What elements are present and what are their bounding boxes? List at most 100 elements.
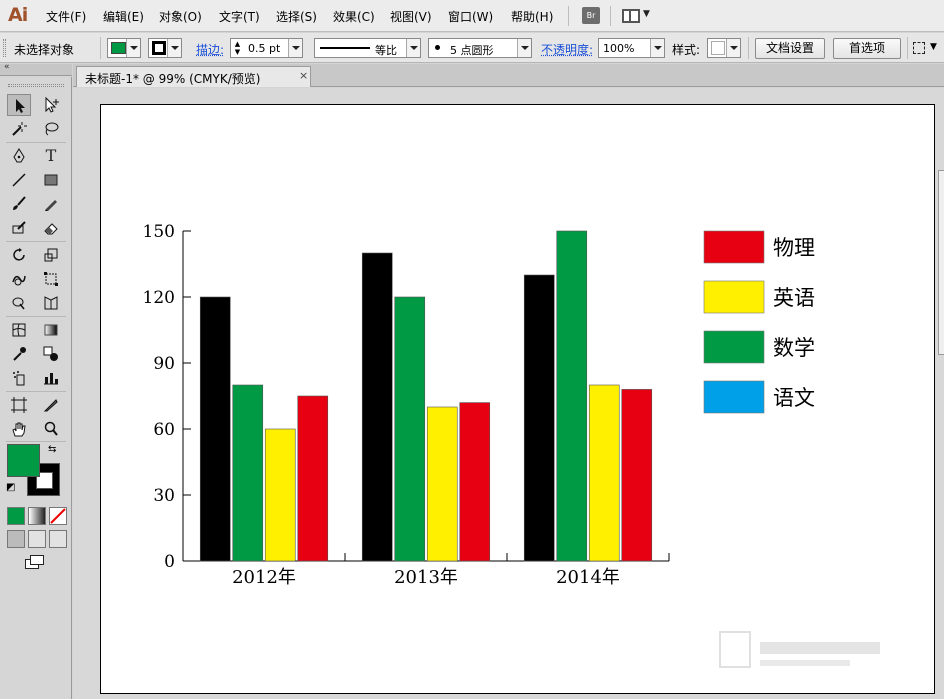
- chart-bar[interactable]: [556, 230, 588, 562]
- panel-grip[interactable]: [3, 39, 6, 57]
- rotate-tool-icon[interactable]: [7, 244, 31, 266]
- y-tick-label[interactable]: 30: [153, 486, 175, 506]
- legend-label[interactable]: 英语: [773, 286, 815, 310]
- legend-label[interactable]: 数学: [773, 336, 815, 360]
- bridge-button[interactable]: Br: [582, 7, 600, 24]
- legend-swatch[interactable]: [703, 230, 765, 264]
- y-tick-label[interactable]: 60: [153, 420, 175, 440]
- legend-swatch[interactable]: [703, 380, 765, 414]
- chart-bar[interactable]: [232, 384, 264, 562]
- blob-brush-tool-icon[interactable]: [7, 217, 31, 239]
- lasso-tool-icon[interactable]: [39, 118, 63, 140]
- selection-tool-icon[interactable]: [7, 94, 31, 116]
- stroke-weight-field[interactable]: ▲ ▼ 0.5 pt: [230, 38, 303, 58]
- zoom-tool-icon[interactable]: [39, 418, 63, 440]
- direct-selection-tool-icon[interactable]: [39, 94, 63, 116]
- graphic-style-dropdown[interactable]: [707, 38, 741, 58]
- legend-swatch[interactable]: [703, 280, 765, 314]
- chart-bar[interactable]: [426, 406, 458, 562]
- type-tool-icon[interactable]: T: [39, 145, 63, 167]
- chart-bar[interactable]: [588, 384, 620, 562]
- y-tick-label[interactable]: 150: [143, 222, 175, 242]
- swap-colors-icon[interactable]: ⇆: [48, 444, 56, 455]
- workspace-switcher-button[interactable]: ▼: [622, 8, 652, 24]
- artboard-tool-icon[interactable]: [7, 394, 31, 416]
- chart-bar[interactable]: [361, 252, 393, 562]
- artboard[interactable]: 0 30 60 90 120 150 2012年 2013年 2014年 物理英语数学语文: [100, 104, 935, 694]
- opacity-label-link[interactable]: 不透明度:: [541, 41, 593, 58]
- chart-bar[interactable]: [523, 274, 555, 562]
- close-icon[interactable]: ×: [299, 69, 308, 82]
- preferences-button[interactable]: 首选项: [833, 38, 901, 59]
- slice-tool-icon[interactable]: [39, 394, 63, 416]
- chevron-down-icon[interactable]: ▼: [930, 42, 937, 52]
- menu-edit[interactable]: 编辑(E): [103, 8, 144, 25]
- stroke-profile-dropdown[interactable]: 等比: [314, 38, 421, 58]
- draw-behind-icon[interactable]: [28, 530, 46, 548]
- mesh-tool-icon[interactable]: [7, 319, 31, 341]
- chart-bar[interactable]: [621, 389, 653, 562]
- stroke-color-dropdown[interactable]: [148, 38, 182, 58]
- menu-view[interactable]: 视图(V): [390, 8, 432, 25]
- default-colors-icon[interactable]: ◩: [6, 482, 15, 493]
- eyedropper-tool-icon[interactable]: [7, 343, 31, 365]
- menu-select[interactable]: 选择(S): [276, 8, 317, 25]
- draw-normal-icon[interactable]: [7, 530, 25, 548]
- column-chart[interactable]: 0 30 60 90 120 150 2012年 2013年 2014年 物理英语数学语文: [101, 105, 936, 695]
- chart-bar[interactable]: [264, 428, 296, 562]
- warp-tool-icon[interactable]: [7, 268, 31, 290]
- y-tick-label[interactable]: 0: [164, 552, 175, 572]
- chart-bar[interactable]: [459, 402, 491, 562]
- document-setup-button[interactable]: 文档设置: [755, 38, 825, 59]
- chart-bar[interactable]: [199, 296, 231, 562]
- y-tick-label[interactable]: 120: [143, 288, 175, 308]
- rectangle-tool-icon[interactable]: [39, 169, 63, 191]
- opacity-field[interactable]: 100%: [598, 38, 665, 58]
- paintbrush-tool-icon[interactable]: [7, 193, 31, 215]
- x-category-label[interactable]: 2014年: [556, 567, 620, 588]
- brush-dropdown[interactable]: 5 点圆形: [428, 38, 532, 58]
- stepper-arrows-icon[interactable]: ▲ ▼: [232, 40, 243, 56]
- y-tick-label[interactable]: 90: [153, 354, 175, 374]
- none-mode-button[interactable]: [49, 507, 67, 525]
- hand-tool-icon[interactable]: [7, 418, 31, 440]
- blend-tool-icon[interactable]: [39, 343, 63, 365]
- pen-tool-icon[interactable]: [7, 145, 31, 167]
- legend-label[interactable]: 语文: [773, 386, 815, 410]
- menu-effect[interactable]: 效果(C): [333, 8, 375, 25]
- column-graph-tool-icon[interactable]: [39, 367, 63, 389]
- menu-file[interactable]: 文件(F): [46, 8, 86, 25]
- scale-tool-icon[interactable]: [39, 244, 63, 266]
- eraser-tool-icon[interactable]: [39, 217, 63, 239]
- tool-panel-header[interactable]: «: [0, 62, 72, 76]
- chart-bar[interactable]: [297, 395, 329, 562]
- menu-help[interactable]: 帮助(H): [511, 8, 553, 25]
- symbol-sprayer-tool-icon[interactable]: [7, 367, 31, 389]
- x-category-label[interactable]: 2013年: [394, 567, 458, 588]
- menu-window[interactable]: 窗口(W): [448, 8, 493, 25]
- arrange-icon[interactable]: [913, 42, 925, 54]
- pencil-tool-icon[interactable]: [39, 193, 63, 215]
- menu-type[interactable]: 文字(T): [219, 8, 260, 25]
- fill-color-swatch[interactable]: [7, 444, 40, 477]
- x-category-label[interactable]: 2012年: [232, 567, 296, 588]
- line-tool-icon[interactable]: [7, 169, 31, 191]
- panel-grip[interactable]: [8, 84, 64, 87]
- shape-builder-tool-icon[interactable]: [7, 292, 31, 314]
- canvas-area[interactable]: 0 30 60 90 120 150 2012年 2013年 2014年 物理英语数学语文: [73, 88, 944, 699]
- legend-swatch[interactable]: [703, 330, 765, 364]
- gradient-mode-button[interactable]: [28, 507, 46, 525]
- free-transform-tool-icon[interactable]: [39, 268, 63, 290]
- chart-bar[interactable]: [394, 296, 426, 562]
- menu-object[interactable]: 对象(O): [159, 8, 202, 25]
- draw-inside-icon[interactable]: [49, 530, 67, 548]
- collapse-icon[interactable]: «: [4, 62, 10, 72]
- perspective-grid-tool-icon[interactable]: [39, 292, 63, 314]
- document-tab[interactable]: 未标题-1* @ 99% (CMYK/预览) ×: [76, 66, 311, 87]
- fill-color-dropdown[interactable]: [107, 38, 141, 58]
- scrollbar-edge[interactable]: [938, 170, 944, 355]
- color-mode-button[interactable]: [7, 507, 25, 525]
- magic-wand-tool-icon[interactable]: [7, 118, 31, 140]
- legend-label[interactable]: 物理: [773, 236, 815, 260]
- gradient-tool-icon[interactable]: [39, 319, 63, 341]
